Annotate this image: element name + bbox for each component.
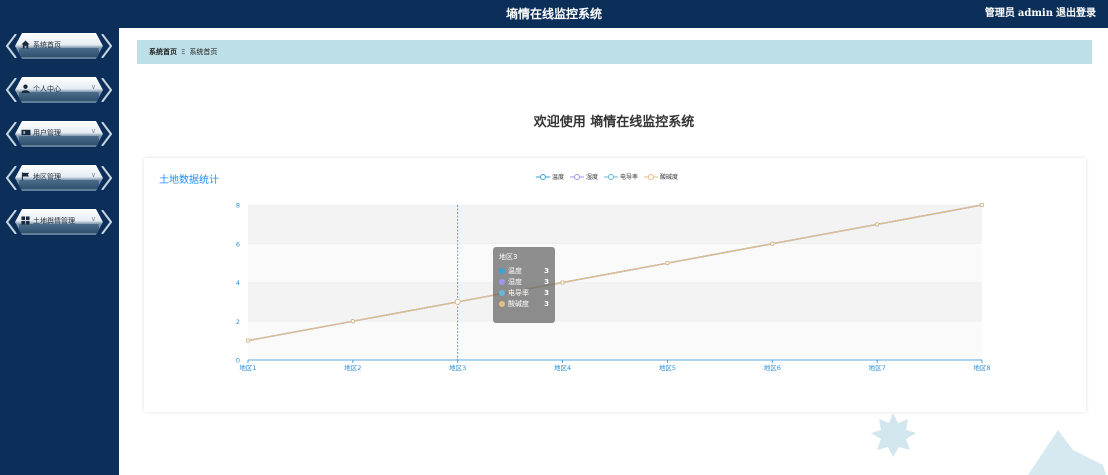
grid-band <box>248 243 982 283</box>
data-point <box>875 222 880 227</box>
sidebar-item-home[interactable]: 系统首页 <box>6 31 112 61</box>
x-tick-label: 地区6 <box>764 363 781 372</box>
tooltip-row: 湿度 3 <box>499 276 549 287</box>
line-chart[interactable]: 02468地区1 地区2 地区3 地区4 地区5 地区6 地区7 地区8 <box>144 158 1086 412</box>
sidebar-item-label: 个人中心 <box>33 85 61 93</box>
x-tick-label: 地区3 <box>449 363 466 372</box>
user-name: admin <box>1017 8 1053 19</box>
app-title: 墒情在线监控系统 <box>505 7 602 21</box>
data-point <box>350 319 355 324</box>
grid-band <box>248 282 982 322</box>
tooltip-value: 3 <box>544 299 549 308</box>
sidebar-item-regions[interactable]: 地区管理 ∨ <box>6 163 112 193</box>
chart-tooltip: 地区3 温度 3 湿度 3 电导率 3 酸碱度 3 <box>493 247 555 323</box>
x-tick-label: 地区2 <box>344 363 361 372</box>
menu-wing-right <box>101 122 112 146</box>
tooltip-title: 地区3 <box>499 253 518 261</box>
chevron-down-icon: ∨ <box>90 215 96 223</box>
flag-icon <box>21 172 30 184</box>
y-tick-label: 6 <box>236 240 240 248</box>
sidebar-item-label: 系统首页 <box>33 41 61 49</box>
menu-wing-right <box>101 210 112 234</box>
tooltip-series-name: 电导率 <box>508 288 529 297</box>
series-dot <box>499 278 505 285</box>
sidebar <box>0 0 119 475</box>
tooltip-series-name: 湿度 <box>508 277 522 286</box>
sidebar-item-label: 土地舆情管理 <box>33 217 75 225</box>
y-tick-label: 4 <box>236 279 240 287</box>
x-tick-label: 地区8 <box>973 363 990 372</box>
sidebar-item-land[interactable]: 土地舆情管理 ∨ <box>6 207 112 237</box>
top-navbar: 墒情在线监控系统 管理员 admin 退出登录 <box>0 0 1108 28</box>
tooltip-row: 电导率 3 <box>499 287 549 298</box>
data-point <box>560 280 565 285</box>
sidebar-item-label: 地区管理 <box>33 173 61 181</box>
user-icon <box>21 84 30 96</box>
sidebar-item-label: 用户管理 <box>33 129 61 137</box>
breadcrumb: 系统首页 Ξ 系统首页 <box>137 40 1092 64</box>
series-dot <box>499 289 505 296</box>
y-tick-label: 2 <box>236 318 240 326</box>
menu-wing-right <box>101 34 112 58</box>
grid-band <box>248 205 982 244</box>
x-tick-label: 地区5 <box>659 363 676 372</box>
chevron-down-icon: ∨ <box>90 171 96 179</box>
breadcrumb-separator: Ξ <box>181 48 186 56</box>
sidebar-item-users[interactable]: 用户管理 ∨ <box>6 119 112 149</box>
home-icon <box>21 40 30 52</box>
welcome-heading: 欢迎使用 墒情在线监控系统 <box>533 115 695 130</box>
data-point <box>770 241 775 246</box>
user-role: 管理员 <box>984 8 1015 19</box>
data-point <box>979 202 985 208</box>
chart-card: 土地数据统计 温度 湿度 电导率 酸碱度 0 2 4 6 8 地区1 地区2 地区3 地区4 地区… <box>144 158 1086 412</box>
data-point <box>245 338 251 343</box>
grid-band <box>248 321 982 360</box>
tooltip-value: 3 <box>544 266 549 275</box>
breadcrumb-current: 系统首页 <box>189 48 218 56</box>
tooltip-value: 3 <box>544 288 549 297</box>
menu-wing-right <box>101 166 112 190</box>
breadcrumb-home[interactable]: 系统首页 <box>149 48 177 56</box>
x-tick-label: 地区4 <box>554 363 571 372</box>
menu-wing-right <box>101 78 112 102</box>
logout-link[interactable]: 退出登录 <box>1056 8 1096 19</box>
user-area: 管理员 admin 退出登录 <box>982 0 1096 28</box>
y-tick-label: 8 <box>236 202 240 210</box>
decorative-shapes <box>871 413 1106 475</box>
tooltip-series-name: 温度 <box>508 266 522 275</box>
series-dot <box>499 300 505 307</box>
grid-icon <box>21 216 30 228</box>
tooltip-row: 酸碱度 3 <box>499 298 549 309</box>
data-point <box>454 299 461 305</box>
chevron-down-icon: ∨ <box>90 127 96 135</box>
series-dot <box>499 267 505 274</box>
tooltip-row: 温度 3 <box>499 265 549 276</box>
chevron-down-icon: ∨ <box>90 83 96 91</box>
sidebar-item-profile[interactable]: 个人中心 ∨ <box>6 75 112 105</box>
data-point <box>665 261 670 266</box>
x-tick-label: 地区1 <box>239 363 256 372</box>
users-icon <box>21 128 31 140</box>
tooltip-series-name: 酸碱度 <box>508 299 529 308</box>
x-tick-label: 地区7 <box>869 363 886 372</box>
tooltip-value: 3 <box>544 277 549 286</box>
